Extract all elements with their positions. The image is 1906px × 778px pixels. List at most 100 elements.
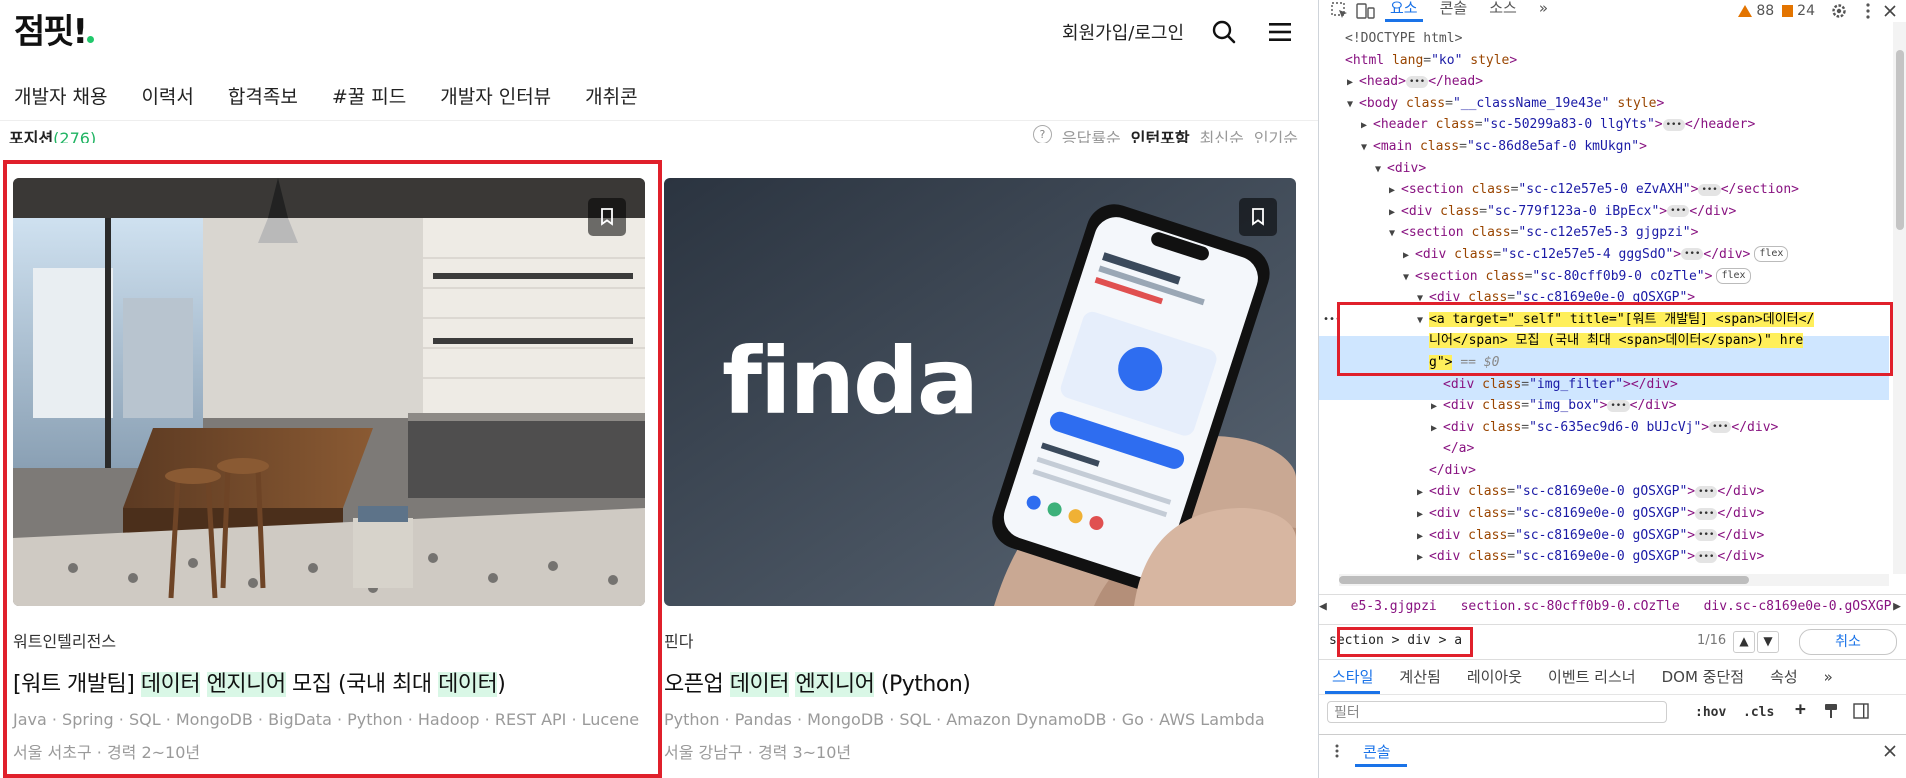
position-sort-bar: 포지션(276) ? 응답률순 인턴포함 최신순 인기순 — [0, 120, 1318, 143]
site-logo[interactable]: 점핏! — [14, 10, 95, 54]
sort-response-rate[interactable]: 응답률순 — [1062, 125, 1121, 143]
login-link[interactable]: 회원가입/로그인 — [1062, 19, 1184, 45]
dom-node[interactable]: ▶ <div class="sc-c8169e0e-0 gOSXGP"> ••• </… — [1319, 525, 1889, 547]
sort-latest[interactable]: 최신순 — [1200, 125, 1244, 143]
dom-node[interactable]: ▶ <div class="sc-779f123a-0 iBpEcx"> ••• </… — [1319, 201, 1889, 223]
hov-toggle[interactable]: :hov — [1695, 705, 1726, 720]
close-devtools-icon[interactable] — [1879, 0, 1901, 22]
logo-dot — [87, 36, 95, 43]
logo-text: 점핏! — [14, 12, 88, 52]
search-match-count: 1/16 — [1697, 633, 1727, 648]
finda-photo: finda — [664, 178, 1296, 606]
nav-item-interview[interactable]: 개발자 인터뷰 — [440, 82, 551, 109]
dom-node[interactable]: ▼ <body class="__className_19e43e" style> — [1319, 93, 1889, 115]
paint-brush-icon[interactable] — [1819, 699, 1843, 723]
breadcrumb-left-arrow[interactable]: ◀ — [1319, 599, 1327, 614]
scrollbar-thumb[interactable] — [1896, 50, 1904, 230]
dom-node[interactable]: ▼ <div> — [1319, 158, 1889, 180]
position-count-value: (276) — [53, 129, 97, 143]
hscrollbar-thumb[interactable] — [1339, 576, 1749, 584]
dom-highlight-box — [1337, 302, 1893, 376]
tab-styles[interactable]: 스타일 — [1319, 662, 1386, 694]
dom-node[interactable]: ▶ <header class="sc-50299a83-0 llgYts"> ••… — [1319, 114, 1889, 136]
close-drawer-icon[interactable] — [1879, 739, 1901, 763]
tab-computed[interactable]: 계산됨 — [1386, 662, 1453, 694]
nav-item-resume[interactable]: 이력서 — [141, 82, 193, 109]
warnings-count: 88 — [1756, 3, 1775, 19]
main-nav: 개발자 채용 이력서 합격족보 #꿀 피드 개발자 인터뷰 개취콘 — [14, 82, 638, 109]
issues-count: 24 — [1797, 3, 1815, 19]
position-label: 포지션 — [9, 129, 54, 143]
dom-node[interactable]: ▶ <div class="sc-635ec9d6-0 bUJcVj"> ••• </… — [1319, 417, 1889, 439]
nav-item-feed[interactable]: #꿀 피드 — [332, 82, 406, 109]
dom-node[interactable]: </div> — [1319, 460, 1889, 482]
tab-sources[interactable]: 소스 — [1478, 0, 1528, 22]
cls-toggle[interactable]: .cls — [1743, 705, 1774, 720]
tab-elements[interactable]: 요소 — [1379, 0, 1429, 22]
breadcrumb-item[interactable]: e5-3.gjgpzi — [1351, 599, 1437, 614]
job-card[interactable]: finda 핀다 오픈업 데이터 엔지니어 (Python) Python · … — [664, 178, 1296, 763]
help-icon[interactable]: ? — [1032, 125, 1052, 143]
drawer-tab-console[interactable]: 콘솔 — [1363, 741, 1391, 762]
website-viewport: 점핏! 회원가입/로그인 개발자 채용 이력서 합격족보 #꿀 피드 개발자 인… — [0, 0, 1318, 778]
devtools-panel: 요소 콘솔 소스 » 88 24 <!DOCTYPE html> <html la… — [1318, 0, 1906, 778]
search-next-button[interactable]: ▼ — [1757, 631, 1779, 653]
more-options-icon[interactable] — [1857, 0, 1879, 22]
dom-node[interactable]: ▶ <head> ••• </head> — [1319, 71, 1889, 93]
location-career: 서울 강남구 · 경력 3~10년 — [664, 743, 852, 762]
drawer-menu-icon[interactable] — [1327, 739, 1347, 763]
tab-dom-breakpoints[interactable]: DOM 중단점 — [1649, 662, 1757, 694]
search-icon[interactable] — [1208, 16, 1240, 48]
dom-tree-scrollbar[interactable] — [1893, 22, 1906, 574]
dom-node[interactable]: ▼ <section class="sc-c12e57e5-3 gjgpzi"> — [1319, 222, 1889, 244]
tab-console[interactable]: 콘솔 — [1429, 0, 1479, 22]
device-toggle-icon[interactable] — [1353, 0, 1379, 22]
sort-intern[interactable]: 인턴포함 — [1131, 125, 1190, 143]
breadcrumb-item[interactable]: section.sc-80cff0b9-0.cOzTle — [1461, 599, 1680, 614]
breadcrumb: ◀ e5-3.gjgpzi section.sc-80cff0b9-0.cOzT… — [1319, 594, 1906, 619]
warnings-badge[interactable]: 88 — [1738, 3, 1774, 19]
nav-item-pass-guide[interactable]: 합격족보 — [228, 82, 298, 109]
issue-icon — [1782, 5, 1794, 17]
bookmark-button[interactable] — [1239, 198, 1277, 236]
dom-node[interactable]: <!DOCTYPE html> — [1319, 28, 1889, 50]
add-rule-icon[interactable]: + — [1795, 699, 1806, 720]
tab-event-listeners[interactable]: 이벤트 리스너 — [1535, 662, 1649, 694]
styles-filter-input[interactable]: 필터 — [1327, 701, 1667, 723]
dom-node[interactable]: ▼ <main class="sc-86d8e5af-0 kmUkgn"> — [1319, 136, 1889, 158]
dom-node[interactable]: ▼ <section class="sc-80cff0b9-0 cOzTle"> f… — [1319, 266, 1889, 288]
hamburger-menu-icon[interactable] — [1264, 16, 1296, 48]
position-count: 포지션(276) — [9, 125, 96, 143]
sort-popular[interactable]: 인기순 — [1254, 125, 1298, 143]
inspect-element-icon[interactable] — [1327, 0, 1353, 22]
dom-node[interactable]: ▶ <section class="sc-c12e57e5-0 eZvAXH"> •… — [1319, 179, 1889, 201]
job-title[interactable]: 오픈업 데이터 엔지니어 (Python) — [664, 666, 1296, 698]
nav-item-jobs[interactable]: 개발자 채용 — [14, 82, 107, 109]
title-part: (Python) — [874, 672, 971, 697]
breadcrumb-right-arrow[interactable]: ▶ — [1893, 595, 1901, 619]
dom-node[interactable]: <html lang="ko" style> — [1319, 50, 1889, 72]
settings-gear-icon[interactable] — [1821, 0, 1857, 22]
dom-node[interactable]: <div class="img_filter"></div> — [1319, 374, 1889, 396]
more-panel-tabs-icon[interactable]: » — [1811, 662, 1846, 694]
dom-node[interactable]: ▶ <div class="sc-c8169e0e-0 gOSXGP"> ••• </… — [1319, 503, 1889, 525]
sidebar-toggle-icon[interactable] — [1849, 699, 1873, 723]
dom-node[interactable]: </a> — [1319, 438, 1889, 460]
dom-node[interactable]: ▶ <div class="sc-c12e57e5-4 gggSdO"> ••• </… — [1319, 244, 1889, 266]
sort-options: ? 응답률순 인턴포함 최신순 인기순 — [1032, 125, 1298, 143]
dom-tree[interactable]: <!DOCTYPE html> <html lang="ko" style> ▶ <h… — [1319, 28, 1889, 573]
more-tabs-icon[interactable]: » — [1528, 0, 1559, 22]
title-part: 오픈업 — [664, 672, 730, 697]
nav-item-con[interactable]: 개취콘 — [585, 82, 637, 109]
issues-badge[interactable]: 24 — [1782, 3, 1815, 19]
dom-node[interactable]: ▶ <div class="sc-c8169e0e-0 gOSXGP"> ••• </… — [1319, 546, 1889, 568]
tab-properties[interactable]: 속성 — [1757, 662, 1811, 694]
dom-node[interactable]: ▶ <div class="sc-c8169e0e-0 gOSXGP"> ••• </… — [1319, 481, 1889, 503]
search-prev-button[interactable]: ▲ — [1733, 631, 1755, 653]
dom-tree-hscrollbar[interactable] — [1339, 574, 1889, 586]
dom-node[interactable]: ▶ <div class="img_box"> ••• </div> — [1319, 395, 1889, 417]
search-cancel-button[interactable]: 취소 — [1799, 629, 1897, 655]
breadcrumb-item[interactable]: div.sc-c8169e0e-0.gOSXGP — [1704, 599, 1892, 614]
finda-brand-text: finda — [722, 328, 979, 435]
tab-layout[interactable]: 레이아웃 — [1454, 662, 1535, 694]
